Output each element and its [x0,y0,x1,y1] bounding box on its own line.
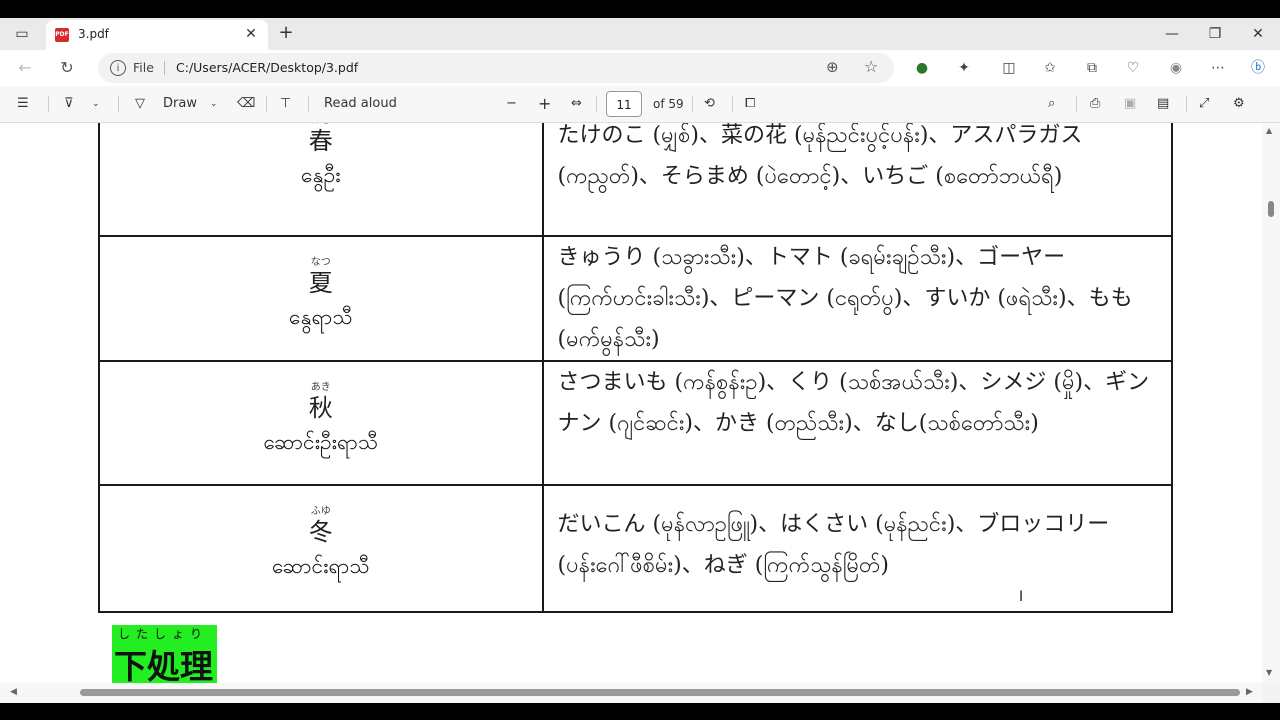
restore-icon[interactable]: ❐ [1201,24,1229,44]
close-tab-icon[interactable]: ✕ [242,25,260,43]
refresh-icon[interactable]: ↻ [56,57,78,79]
draw-icon[interactable]: ▽ [135,95,145,113]
season-items-cell: きゅうり (သခွားသီး)、トマト (ခရမ်းချဉ်သီး)、ゴーヤー … [541,235,1174,362]
scroll-down-icon[interactable]: ▼ [1266,668,1272,677]
kanji-reading: なつ [310,257,331,268]
zoom-out-icon[interactable]: − [506,95,517,113]
search-icon[interactable]: ⌕ [1048,95,1055,113]
text-cursor-icon: I [1019,589,1024,605]
season-items-cell: さつまいも (ကန်စွန်းဥ)、くり (သစ်အယ်သီး)、シメジ (မှ… [541,360,1174,486]
back-icon[interactable]: ← [14,57,36,79]
pdf-toolbar: ☰ ⊽ ⌄ ▽ Draw ⌄ ⌫ ⊤ Read aloud − + ⇔ 11 o… [0,86,1280,123]
highlight-icon[interactable]: ⊽ [64,95,74,113]
extensions-icon[interactable]: ✦ [954,58,974,78]
table-row: あき 秋 ဆောင်းဦးရာသီ さつまいも (ကန်စွန်းဥ)、くり (… [98,360,1174,486]
print-icon[interactable]: ⎙ [1090,95,1100,113]
settings-gear-icon[interactable]: ⚙ [1233,95,1245,113]
kanji-reading: ふゆ [310,506,331,517]
address-bar[interactable]: i File C:/Users/ACER/Desktop/3.pdf ⊕ ☆ [98,53,894,83]
letterbox-bottom [0,703,1280,720]
fit-page-icon[interactable]: ⇔ [571,95,582,113]
contents-list-icon[interactable]: ☰ [17,95,29,113]
toolbar-divider [308,96,309,112]
page-view-icon[interactable]: ⧠ [745,95,755,113]
toolbar-divider [1186,96,1187,112]
scroll-up-icon[interactable]: ▲ [1266,126,1272,135]
page-number-input[interactable]: 11 [606,91,642,117]
season-myanmar: ဆောင်းဦးရာသီ [263,430,379,454]
favorite-star-icon[interactable]: ☆ [864,57,878,76]
draw-dropdown-icon[interactable]: ⌄ [210,95,218,113]
draw-button[interactable]: Draw [163,95,197,113]
vegetables-season-table: はる 春 နွေဦး たけのこ (မျှစ်)、菜の花 (မုန်ညင်းပွင… [98,123,1174,613]
toolbar-divider [1076,96,1077,112]
split-screen-icon[interactable]: ◫ [999,58,1019,78]
fullscreen-icon[interactable]: ⤢ [1199,95,1209,113]
kanji-reading: あき [310,382,331,393]
tab-3pdf[interactable]: PDF 3.pdf ✕ [46,20,268,50]
address-divider [164,61,165,75]
season-kanji: 冬 [308,518,333,546]
toolbar-divider [266,96,267,112]
tab-actions-icon[interactable]: ▭ [10,25,34,43]
vertical-scrollbar[interactable]: ▲ ▼ [1262,123,1280,683]
collections-icon[interactable]: ⧉ [1082,58,1102,78]
save-as-icon[interactable]: ▤ [1157,95,1169,113]
rotate-icon[interactable]: ⟲ [704,95,715,113]
season-items-cell: だいこん (မုန်လာဥဖြူ)、はくさい (မုန်ညင်း)、ブロッコリー… [541,484,1174,613]
favorites-icon[interactable]: ✩ [1040,58,1060,78]
season-items-cell: たけのこ (မျှစ်)、菜の花 (မုန်ညင်းပွင့်ပန်း)、アスパ… [541,123,1174,237]
pdf-file-icon: PDF [55,28,69,42]
zoom-in-icon[interactable]: + [538,95,551,113]
season-myanmar: နွေရာသီ [288,305,353,329]
info-icon[interactable]: i [110,60,126,76]
scroll-right-icon[interactable]: ▶ [1246,687,1253,697]
copilot-icon[interactable]: ⓑ [1248,58,1268,78]
toolbar-divider [732,96,733,112]
season-kanji: 春 [308,127,333,155]
toolbar-divider [118,96,119,112]
toolbar-divider [48,96,49,112]
tab-bar: ▭ PDF 3.pdf ✕ + — ❐ ✕ [0,18,1280,50]
url-text[interactable]: C:/Users/ACER/Desktop/3.pdf [176,60,358,75]
extension-globe-icon[interactable]: ● [912,58,932,78]
highlight-dropdown-icon[interactable]: ⌄ [92,95,100,113]
season-cell: ふゆ 冬 ဆောင်းရာသီ [98,484,544,613]
heading-kanji: 下処理 [114,647,213,683]
close-window-icon[interactable]: ✕ [1244,24,1272,44]
toolbar-divider [692,96,693,112]
erase-icon[interactable]: ⌫ [237,95,255,113]
page-total: of 59 [653,97,684,111]
profile-avatar[interactable]: ◉ [1166,58,1186,78]
section-heading: したしょり 下処理 [112,625,217,683]
more-menu-icon[interactable]: ⋯ [1208,58,1228,78]
toolbar-divider [596,96,597,112]
season-kanji: 秋 [308,394,333,422]
table-row: ふゆ 冬 ဆောင်းရာသီ だいこん (မုန်လာဥဖြူ)、はくさい (… [98,484,1174,613]
tab-title: 3.pdf [78,27,109,41]
new-tab-icon[interactable]: + [276,23,296,43]
browser-window: ▭ PDF 3.pdf ✕ + — ❐ ✕ ← ↻ i File C:/User… [0,18,1280,703]
text-box-icon[interactable]: ⊤ [280,95,291,113]
minimize-icon[interactable]: — [1158,24,1186,44]
horizontal-scroll-thumb[interactable] [80,689,1240,696]
scroll-left-icon[interactable]: ◀ [10,687,17,697]
pdf-page-viewport[interactable]: はる 春 နွေဦး たけのこ (မျှစ်)、菜の花 (မုန်ညင်းပွင… [0,123,1262,683]
table-row: はる 春 နွေဦး たけのこ (မျှစ်)、菜の花 (မုန်ညင်းပွင… [98,123,1174,237]
browser-essentials-icon[interactable]: ♡ [1123,58,1143,78]
address-bar-row: ← ↻ i File C:/Users/ACER/Desktop/3.pdf ⊕… [0,50,1280,86]
table-row: なつ 夏 နွေရာသီ きゅうり (သခွားသီး)、トマト (ခရမ်းခ… [98,235,1174,362]
vertical-scroll-thumb[interactable] [1268,201,1274,217]
season-myanmar: နွေဦး [300,163,341,187]
save-icon[interactable]: ▣ [1124,95,1136,113]
scheme-label: File [133,60,154,75]
season-cell: はる 春 နွေဦး [98,123,544,237]
read-aloud-button[interactable]: Read aloud [324,95,397,113]
season-myanmar: ဆောင်းရာသီ [272,554,370,578]
season-kanji: 夏 [308,269,333,297]
zoom-icon[interactable]: ⊕ [826,58,839,76]
horizontal-scrollbar[interactable]: ◀ ▶ [0,683,1262,703]
season-cell: あき 秋 ဆောင်းဦးရာသီ [98,360,544,486]
season-cell: なつ 夏 နွေရာသီ [98,235,544,362]
